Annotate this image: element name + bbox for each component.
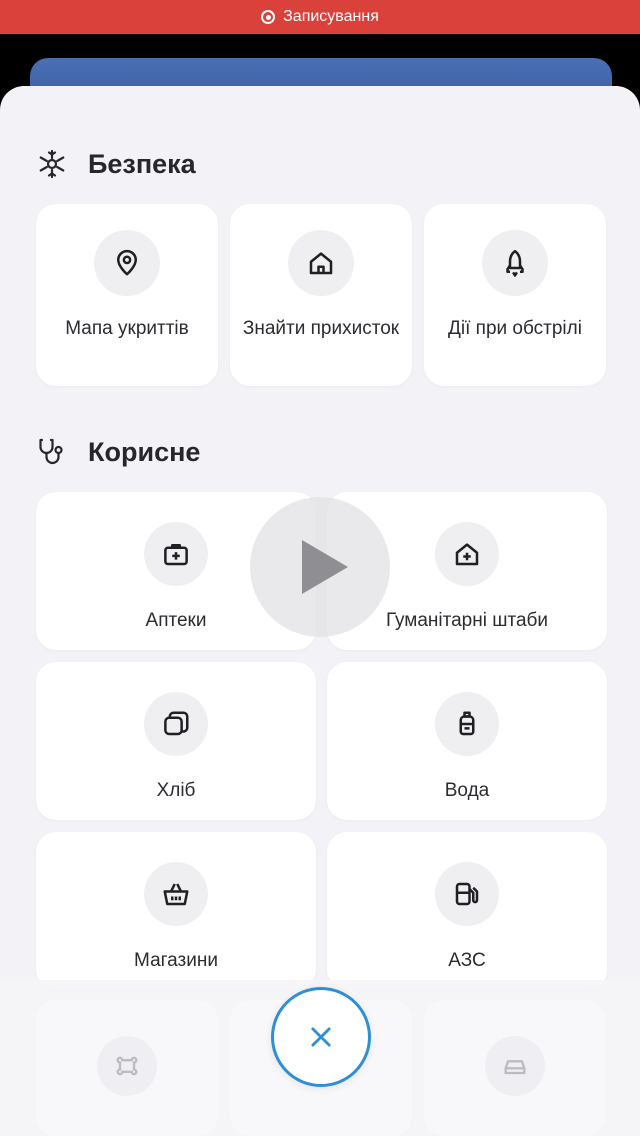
home-icon [309,252,333,275]
card-label: Знайти прихисток [242,318,400,339]
snowflake-icon [39,149,65,179]
icon-circle [94,230,160,296]
card-gas-stations[interactable]: АЗС [327,832,607,990]
icon-circle [144,862,208,926]
first-aid-kit-icon [164,544,188,566]
card-label: АЗС [448,950,486,971]
stethoscope-icon [39,438,63,465]
car-icon [504,1060,526,1075]
card-bread[interactable]: Хліб [36,662,316,820]
card-label: Магазини [134,950,218,971]
card-find-shelter[interactable]: Знайти прихисток [230,204,412,386]
card-label: Аптеки [145,610,207,631]
bone-icon [116,1056,138,1076]
card-shops[interactable]: Магазини [36,832,316,990]
card-label: Вода [444,780,490,801]
close-icon [311,1027,331,1047]
play-icon [302,540,348,594]
ghost-icon-circle [485,1036,545,1096]
card-label: Дії при обстрілі [448,318,582,339]
play-button[interactable] [250,497,390,637]
icon-circle [482,230,548,296]
section-title-text: Безпека [88,148,196,179]
basket-icon [163,883,189,906]
card-shelling-actions[interactable]: Дії при обстрілі [424,204,606,386]
section-title-useful: Корисне [36,436,200,468]
home-plus-icon [455,543,479,566]
water-bottle-icon [459,711,475,736]
icon-circle [288,230,354,296]
icon-circle [144,522,208,586]
card-label: Мапа укриттів [65,318,189,339]
close-button[interactable] [271,987,371,1087]
faded-card [424,1000,606,1136]
card-water[interactable]: Вода [327,662,607,820]
icon-circle [435,692,499,756]
card-shelter-map[interactable]: Мапа укриттів [36,204,218,386]
gas-station-icon [455,882,479,906]
map-pin-icon [117,249,137,276]
ghost-icon-circle [97,1036,157,1096]
icon-circle [435,862,499,926]
recording-label: Записування [283,8,379,25]
section-title-text: Корисне [88,436,201,467]
section-title-safety: Безпека [36,148,196,180]
faded-card [36,1000,218,1136]
icon-circle [435,522,499,586]
recording-indicator[interactable]: Записування [0,0,640,34]
card-label: Гуманітарні штаби [385,610,549,631]
icon-circle [144,692,208,756]
rocket-icon [506,249,524,277]
record-icon [261,10,276,24]
card-label: Хліб [156,780,196,801]
bread-icon [164,711,189,736]
